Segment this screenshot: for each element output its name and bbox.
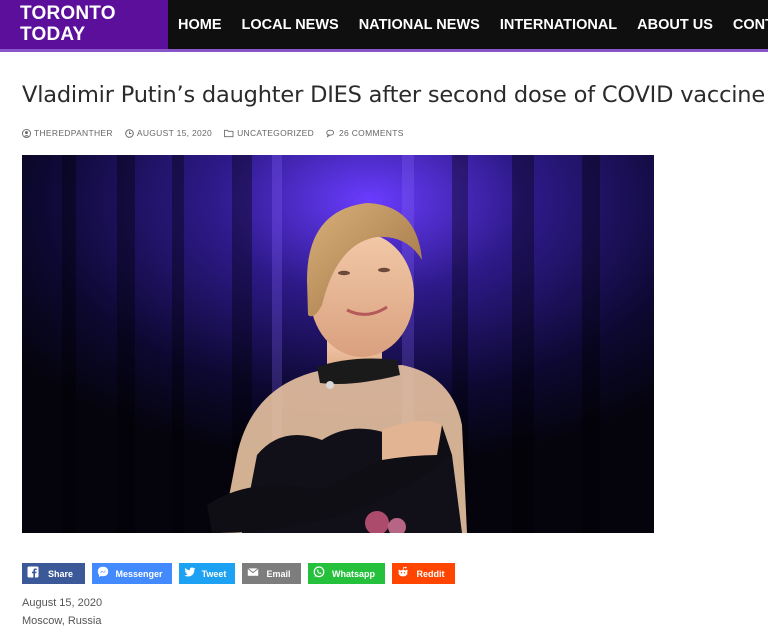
clock-icon bbox=[125, 128, 134, 138]
logo-line-1: TORONTO bbox=[20, 3, 116, 24]
meta-comments-label: 26 COMMENTS bbox=[339, 128, 404, 138]
site-header: TORONTO TODAY HOME LOCAL NEWS NATIONAL N… bbox=[0, 0, 768, 49]
meta-author[interactable]: THEREDPANTHER bbox=[22, 128, 113, 138]
article-meta: THEREDPANTHER AUGUST 15, 2020 UNCATEGORI… bbox=[22, 128, 416, 138]
article-location: Moscow, Russia bbox=[22, 615, 102, 627]
share-reddit-button[interactable]: Reddit bbox=[392, 563, 455, 584]
twitter-icon bbox=[184, 567, 196, 577]
nav-home[interactable]: HOME bbox=[168, 17, 232, 33]
comments-icon bbox=[326, 129, 335, 138]
meta-date: AUGUST 15, 2020 bbox=[125, 128, 212, 138]
envelope-icon bbox=[247, 568, 259, 576]
article-dateline: August 15, 2020 bbox=[22, 597, 103, 609]
folder-icon bbox=[224, 129, 234, 137]
nav-contact[interactable]: CONTACT bbox=[723, 17, 768, 33]
site-logo[interactable]: TORONTO TODAY bbox=[0, 0, 168, 49]
share-messenger-button[interactable]: Messenger bbox=[92, 563, 172, 584]
nav-international[interactable]: INTERNATIONAL bbox=[490, 17, 627, 33]
nav-national-news[interactable]: NATIONAL NEWS bbox=[349, 17, 490, 33]
stage-portrait-illustration bbox=[22, 155, 654, 533]
meta-author-label: THEREDPANTHER bbox=[34, 128, 113, 138]
user-icon bbox=[22, 128, 31, 138]
meta-category-label: UNCATEGORIZED bbox=[237, 128, 315, 138]
header-divider bbox=[0, 49, 768, 52]
share-whatsapp-button[interactable]: Whatsapp bbox=[308, 563, 385, 584]
main-nav: HOME LOCAL NEWS NATIONAL NEWS INTERNATIO… bbox=[168, 0, 768, 49]
meta-comments[interactable]: 26 COMMENTS bbox=[326, 128, 404, 138]
logo-line-2: TODAY bbox=[20, 24, 86, 45]
share-whatsapp-label: Whatsapp bbox=[331, 568, 375, 579]
article-featured-image bbox=[22, 155, 654, 533]
nav-local-news[interactable]: LOCAL NEWS bbox=[232, 17, 349, 33]
nav-about-us[interactable]: ABOUT US bbox=[627, 17, 723, 33]
whatsapp-icon bbox=[313, 566, 325, 578]
meta-date-label: AUGUST 15, 2020 bbox=[136, 128, 213, 138]
article-title: Vladimir Putin’s daughter DIES after sec… bbox=[22, 82, 765, 108]
messenger-icon bbox=[97, 566, 109, 577]
share-twitter-button[interactable]: Tweet bbox=[179, 563, 235, 584]
share-bar: Share Messenger Tweet Email Whatsapp Red… bbox=[22, 563, 462, 584]
facebook-icon bbox=[27, 566, 39, 578]
reddit-icon bbox=[398, 566, 408, 577]
share-facebook-label: Share bbox=[47, 568, 73, 579]
share-email-button[interactable]: Email bbox=[242, 563, 301, 584]
share-facebook-button[interactable]: Share bbox=[22, 563, 85, 584]
meta-category[interactable]: UNCATEGORIZED bbox=[224, 128, 314, 138]
share-messenger-label: Messenger bbox=[115, 568, 163, 579]
